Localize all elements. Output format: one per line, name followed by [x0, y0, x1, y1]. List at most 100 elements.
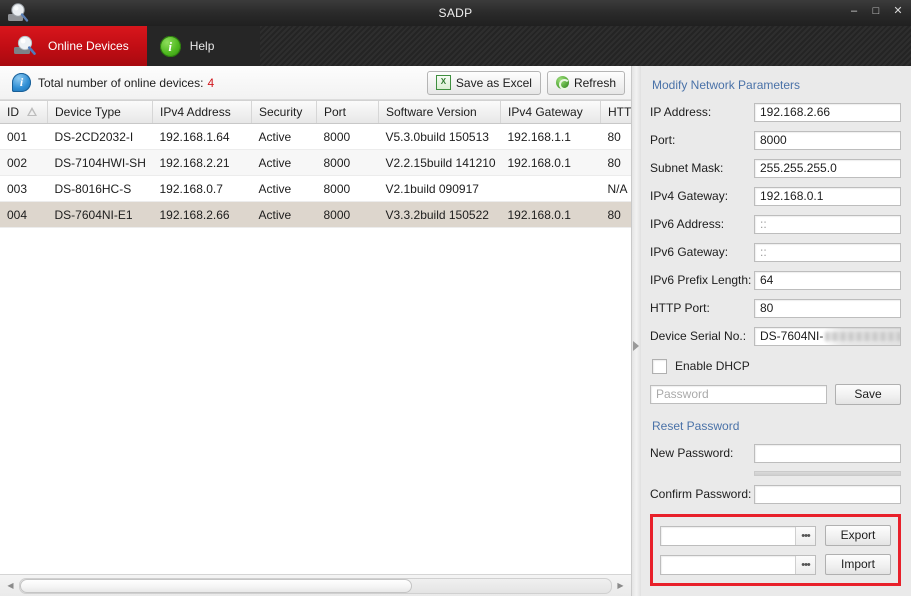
- column-header-device-type[interactable]: Device Type: [47, 101, 153, 124]
- table-header-row: ID Device Type IPv4 Address Security Por…: [0, 101, 631, 124]
- cell-port: 8000: [316, 123, 379, 150]
- field-http-port: HTTP Port: 80: [650, 298, 901, 318]
- tab-label-online-devices: Online Devices: [48, 39, 129, 53]
- column-header-security[interactable]: Security: [251, 101, 317, 124]
- export-import-highlight: ••• Export ••• Import: [650, 514, 901, 586]
- input-ipv6-prefix-length[interactable]: 64: [754, 270, 901, 290]
- export-button[interactable]: Export: [825, 525, 891, 546]
- label-ipv6-prefix-length: IPv6 Prefix Length:: [650, 273, 752, 287]
- cell-id: 001: [0, 123, 48, 150]
- table-row[interactable]: 004 DS-7604NI-E1 192.168.2.66 Active 800…: [0, 201, 631, 228]
- horizontal-scrollbar[interactable]: ◀ ▶: [0, 574, 631, 596]
- refresh-button[interactable]: Refresh: [546, 70, 625, 95]
- input-device-serial[interactable]: DS-7604NI-: [754, 326, 901, 346]
- cell-gateway: 192.168.0.1: [500, 201, 601, 228]
- enable-dhcp-checkbox[interactable]: [652, 358, 667, 374]
- cell-gateway: 192.168.1.1: [500, 123, 601, 150]
- input-ipv6-gateway[interactable]: ::: [754, 242, 901, 262]
- tab-online-devices[interactable]: Online Devices: [0, 26, 147, 66]
- export-browse-button[interactable]: •••: [795, 526, 815, 545]
- magnifier-device-icon: [14, 35, 36, 55]
- input-http-port[interactable]: 80: [754, 298, 901, 318]
- scroll-right-arrow-icon[interactable]: ▶: [614, 579, 627, 593]
- input-ipv6-address[interactable]: ::: [754, 214, 901, 234]
- modify-network-title: Modify Network Parameters: [652, 78, 801, 92]
- cell-id: 003: [0, 175, 48, 202]
- modify-network-panel: Modify Network Parameters IP Address: 19…: [641, 66, 911, 596]
- cell-device-type: DS-8016HC-S: [47, 175, 153, 202]
- enable-dhcp-row[interactable]: Enable DHCP: [652, 356, 901, 376]
- column-header-port[interactable]: Port: [316, 101, 379, 124]
- field-subnet-mask: Subnet Mask: 255.255.255.0: [650, 158, 901, 178]
- info-circle-icon: i: [159, 35, 181, 57]
- cell-software: V2.1build 090917: [378, 175, 501, 202]
- import-button[interactable]: Import: [825, 554, 891, 575]
- input-port[interactable]: 8000: [754, 130, 901, 150]
- label-ipv6-gateway: IPv6 Gateway:: [650, 245, 729, 259]
- label-port: Port:: [650, 133, 676, 147]
- scrollbar-thumb[interactable]: [20, 578, 413, 593]
- field-ip-address: IP Address: 192.168.2.66: [650, 102, 901, 122]
- chevron-right-icon[interactable]: [633, 341, 639, 351]
- label-new-password: New Password:: [650, 446, 734, 460]
- cell-security: Active: [251, 149, 317, 176]
- magnifier-device-icon: [8, 3, 29, 22]
- online-device-count-label: Total number of online devices:: [38, 75, 204, 90]
- save-as-excel-button[interactable]: X Save as Excel: [426, 70, 541, 95]
- status-toolbar: i Total number of online devices: 4 X Sa…: [0, 66, 631, 100]
- column-header-ipv4-gateway[interactable]: IPv4 Gateway: [500, 101, 601, 124]
- table-row[interactable]: 001 DS-2CD2032-I 192.168.1.64 Active 800…: [0, 123, 631, 150]
- column-header-http-port[interactable]: HTTP Port: [600, 101, 631, 124]
- label-ipv6-address: IPv6 Address:: [650, 217, 725, 231]
- admin-password-input[interactable]: Password: [650, 385, 827, 404]
- import-path-field[interactable]: •••: [660, 554, 816, 575]
- cell-ipv4: 192.168.2.21: [152, 149, 252, 176]
- field-confirm-password: Confirm Password:: [650, 484, 901, 504]
- close-button[interactable]: ✕: [891, 4, 905, 18]
- export-row: ••• Export: [660, 525, 891, 546]
- cell-http-port: N/A: [600, 175, 631, 202]
- import-browse-button[interactable]: •••: [795, 555, 815, 574]
- input-subnet-mask[interactable]: 255.255.255.0: [754, 158, 901, 178]
- save-button[interactable]: Save: [835, 384, 901, 405]
- table-row[interactable]: 002 DS-7104HWI-SH 192.168.2.21 Active 80…: [0, 149, 631, 176]
- scrollbar-track[interactable]: [19, 577, 612, 594]
- column-header-ipv4-address[interactable]: IPv4 Address: [152, 101, 252, 124]
- column-header-software-version[interactable]: Software Version: [378, 101, 501, 124]
- tab-help[interactable]: i Help: [147, 26, 233, 66]
- online-device-count-value: 4: [207, 75, 215, 90]
- cell-device-type: DS-2CD2032-I: [47, 123, 153, 150]
- input-ipv4-gateway[interactable]: 192.168.0.1: [754, 186, 901, 206]
- field-ipv4-gateway: IPv4 Gateway: 192.168.0.1: [650, 186, 901, 206]
- device-table: ID Device Type IPv4 Address Security Por…: [0, 101, 631, 228]
- scroll-left-arrow-icon[interactable]: ◀: [4, 579, 17, 593]
- maximize-button[interactable]: □: [869, 4, 883, 18]
- enable-dhcp-label: Enable DHCP: [675, 359, 750, 373]
- cell-security: Active: [251, 175, 317, 202]
- pane-splitter[interactable]: [632, 66, 641, 596]
- field-ipv6-gateway: IPv6 Gateway: ::: [650, 242, 901, 262]
- device-serial-value: DS-7604NI-: [760, 328, 824, 343]
- body-split: i Total number of online devices: 4 X Sa…: [0, 66, 911, 596]
- field-port: Port: 8000: [650, 130, 901, 150]
- export-path-value: [661, 527, 795, 545]
- reset-password-title: Reset Password: [652, 419, 740, 433]
- label-device-serial: Device Serial No.:: [650, 329, 747, 343]
- device-table-body: 001 DS-2CD2032-I 192.168.1.64 Active 800…: [0, 123, 631, 228]
- cell-security: Active: [251, 201, 317, 228]
- export-path-field[interactable]: •••: [660, 525, 816, 546]
- cell-software: V5.3.0build 150513: [378, 123, 501, 150]
- column-header-id[interactable]: ID: [0, 101, 48, 124]
- input-ip-address[interactable]: 192.168.2.66: [754, 102, 901, 122]
- input-confirm-password[interactable]: [754, 484, 901, 504]
- redaction-blur: [825, 331, 900, 341]
- input-new-password[interactable]: [754, 443, 901, 463]
- cell-http-port: 80: [600, 123, 631, 150]
- minimize-button[interactable]: –: [847, 4, 861, 18]
- device-list-pane: i Total number of online devices: 4 X Sa…: [0, 66, 632, 596]
- device-table-wrap: ID Device Type IPv4 Address Security Por…: [0, 100, 631, 574]
- table-row[interactable]: 003 DS-8016HC-S 192.168.0.7 Active 8000 …: [0, 175, 631, 202]
- sort-ascending-icon: [27, 107, 37, 116]
- cell-http-port: 80: [600, 201, 631, 228]
- cell-ipv4: 192.168.1.64: [152, 123, 252, 150]
